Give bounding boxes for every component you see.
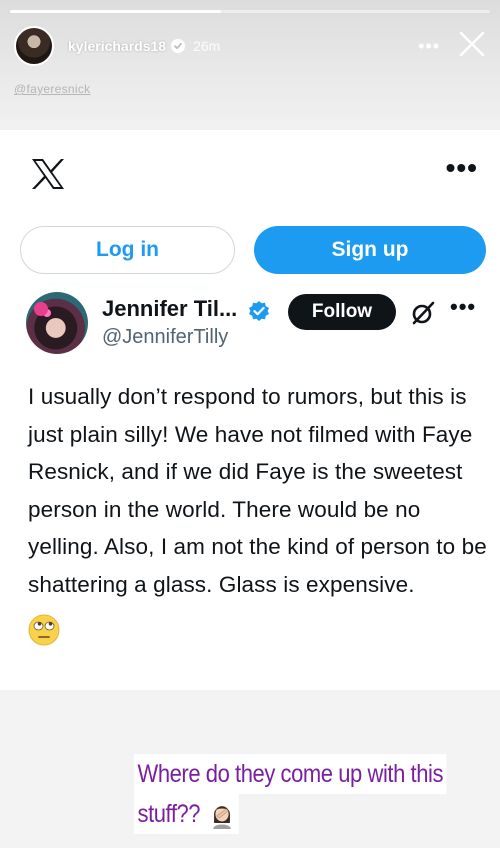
caption-text-line-1: Where do they come up with this	[137, 760, 444, 788]
more-horizontal-icon[interactable]: •••	[418, 37, 440, 55]
story-caption: Where do they come up with this stuff??	[134, 754, 447, 834]
eye-roll-emoji-icon	[28, 614, 60, 646]
story-progress-fill	[10, 10, 222, 13]
tweet-text: I usually don’t respond to rumors, but t…	[28, 384, 487, 597]
caption-line-1: Where do they come up with this	[134, 754, 447, 794]
signup-button[interactable]: Sign up	[254, 226, 486, 274]
login-button[interactable]: Log in	[20, 226, 235, 274]
caption-line-2: stuff??	[134, 794, 239, 834]
story-header: kylerichards18 26m •••	[14, 24, 486, 68]
story-actions: •••	[418, 30, 486, 63]
story-progress-bar	[10, 10, 490, 13]
story-header-area: kylerichards18 26m ••• @fayeresnick	[0, 0, 500, 130]
author-handle[interactable]: @JenniferTilly	[102, 326, 228, 349]
mention-sticker[interactable]: @fayeresnick	[14, 82, 90, 96]
author-name[interactable]: Jennifer Til...	[102, 296, 237, 322]
more-horizontal-icon[interactable]: •••	[446, 154, 478, 182]
story-username[interactable]: kylerichards18	[68, 38, 166, 54]
verified-badge-icon	[171, 39, 186, 53]
more-horizontal-icon[interactable]: •••	[450, 296, 476, 318]
author-avatar[interactable]	[26, 292, 88, 354]
tweet-author-row: Jennifer Til... @JenniferTilly Follow ••…	[26, 292, 486, 358]
close-icon[interactable]	[458, 30, 486, 63]
caption-text-line-2: stuff??	[137, 800, 201, 828]
grok-icon[interactable]	[410, 300, 436, 326]
facepalm-emoji-icon	[209, 799, 235, 829]
x-logo-icon[interactable]	[30, 158, 66, 190]
embedded-tweet-card: ••• Log in Sign up Jennifer Til... @Jenn…	[0, 130, 500, 690]
story-avatar[interactable]	[14, 26, 54, 66]
follow-button[interactable]: Follow	[288, 294, 396, 330]
story-timestamp: 26m	[193, 38, 221, 54]
verified-badge-icon	[248, 300, 270, 322]
